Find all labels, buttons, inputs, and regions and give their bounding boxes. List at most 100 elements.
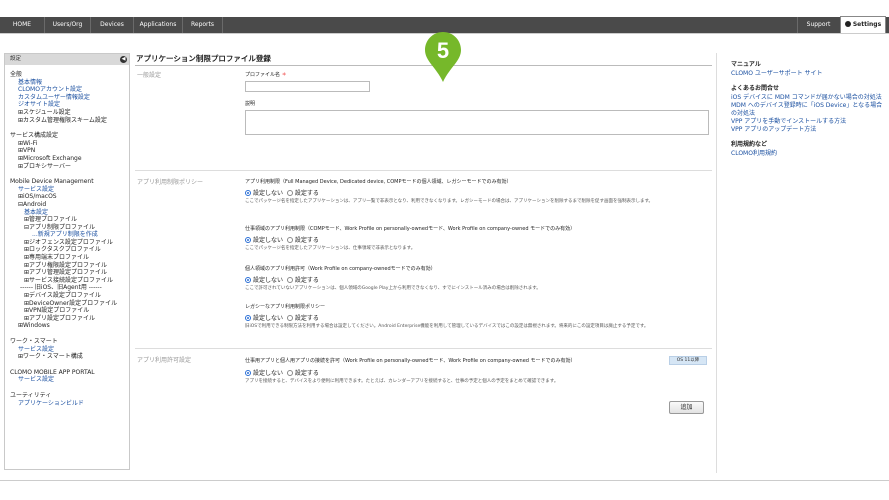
nav-users-org[interactable]: Users/Org [45,17,91,33]
sidebar-item-android[interactable]: ⊟Android [10,201,129,209]
sidebar-item-proxy[interactable]: ⊞プロキシサーバー [10,163,129,171]
connect-options: 設定しない 設定する [245,368,319,377]
sidebar-item-account[interactable]: CLOMOアカウント設定 [10,86,129,94]
sidebar-item-ios[interactable]: ⊞iOS/macOS [10,193,129,201]
radio-off-1-label: 設定しない [253,190,284,197]
terms-title: 利用規約など [731,141,768,148]
gear-icon [844,21,851,27]
manual-title: マニュアル [731,61,761,68]
terms-link[interactable]: CLOMO利用規約 [731,150,889,158]
sidebar-item-exchange[interactable]: ⊞Microsoft Exchange [10,155,129,163]
radio-off-4-label: 設定しない [253,315,284,322]
sidebar-section-utility: ユーティリティ [10,391,52,399]
nav-settings[interactable]: Settings [840,16,886,33]
section-divider-2 [135,348,712,349]
radio-off-connect[interactable] [245,370,251,376]
section-connect-label: アプリ利用許可設定 [137,357,192,364]
radio-off-2-label: 設定しない [253,237,284,244]
sidebar-item-wifi[interactable]: ⊞Wi-Fi [10,140,129,148]
radio-off-1[interactable] [245,190,251,196]
nav-home[interactable]: HOME [0,17,45,33]
faq-link-3[interactable]: VPP アプリを手動でインストールする方法 [731,118,889,126]
sidebar-section-mdm: Mobile Device Management [10,178,94,186]
required-mark: ＊ [281,72,287,78]
footer-divider [0,480,889,481]
radio-on-connect-label: 設定する [294,370,319,377]
sidebar-tree: 全般 基本情報 CLOMOアカウント設定 カスタムユーザー情報設定 ジオサイト設… [5,65,129,407]
policy-block-1-options: 設定しない 設定する [245,188,319,197]
faq-link-2[interactable]: MDM へのデバイス登録時に「iOS Device」となる場合の対処法 [731,102,883,118]
description-textarea[interactable] [245,110,709,135]
sidebar-item-mdm-service[interactable]: サービス設定 [10,186,129,194]
sidebar-item-portal-service[interactable]: サービス設定 [10,376,129,384]
sidebar-item-dedicated[interactable]: ⊞専用端末プロファイル [10,254,129,262]
radio-on-3[interactable] [286,277,293,283]
radio-on-3-label: 設定する [294,277,319,284]
help-panel: マニュアル CLOMO ユーザーサポート サイト よくあるお問合せ iOS デバ… [716,53,889,473]
policy-block-4-label: レガシーなアプリ利用制限ポリシー [245,304,326,310]
nav-reports[interactable]: Reports [183,17,223,33]
sidebar-section-work-smart: ワーク・スマート [10,338,58,345]
sidebar-item-mgmt-profile[interactable]: ⊞管理プロファイル [10,216,129,224]
policy-block-2-desc: ここでパッケージ名を指定したアプリケーションは、仕事領域で非表示となります。 [245,246,416,251]
policy-block-4-desc: 旧iOSで利用できる制限方法を利用する場合は設定してください。Android E… [245,324,649,329]
sidebar-header: 設定 ◀ [5,54,129,65]
radio-on-1[interactable] [286,190,293,196]
radio-off-3[interactable] [245,277,251,283]
policy-block-4-options: 設定しない 設定する [245,313,319,322]
faq-link-1[interactable]: iOS デバイスに MDM コマンドが届かない場合の対処法 [731,94,883,102]
sidebar-item-app-build[interactable]: アプリケーションビルド [10,400,129,408]
sidebar-item-work-config[interactable]: ⊞ワーク・スマート構成 [10,353,129,361]
step-marker-pin: 5 [425,32,461,82]
policy-block-1-desc: ここでパッケージ名を指定したアプリケーションは、アプリ一覧で非表示となり、利用で… [245,199,654,204]
radio-off-2[interactable] [245,237,251,243]
sidebar-item-vpn-profile[interactable]: ⊞VPN設定プロファイル [10,307,129,315]
policy-block-3-desc: ここで許可されていないアプリケーションは、個人領域のGoogle Play上から… [245,286,541,291]
sidebar-item-new-app-restriction[interactable]: ...新規アプリ制限を作成 [10,231,129,239]
radio-on-2-label: 設定する [294,237,319,244]
nav-devices[interactable]: Devices [91,17,134,33]
connect-desc: アプリを接続すると、デバイスをより便利に利用できます。たとえば、カレンダーアプリ… [245,379,559,384]
sidebar-section-service: サービス構成設定 [10,132,59,140]
radio-on-4[interactable] [286,315,293,321]
sidebar-item-schedule[interactable]: ⊞スケジュール設定 [10,109,129,117]
add-button[interactable]: 追加 [669,401,704,414]
section-policy-label: アプリ利用制限ポリシー [137,179,204,186]
sidebar-legacy-divider: ------ 旧iOS、旧Agent用 ------ [20,284,102,292]
radio-off-connect-label: 設定しない [253,370,284,377]
section-general-label: 一般設定 [137,72,162,79]
sidebar-item-app-management[interactable]: ⊞アプリ管理設定プロファイル [10,269,129,277]
description-label: 説明 [245,101,256,107]
sidebar-item-service-connection[interactable]: ⊞サービス接続設定プロファイル [10,277,129,285]
nav-settings-label: Settings [852,21,882,28]
profile-name-label: プロファイル名 ＊ [245,71,287,78]
radio-off-4[interactable] [245,315,251,321]
sidebar-item-app-settings[interactable]: ⊞アプリ設定プロファイル [10,315,129,323]
radio-on-connect[interactable] [286,370,293,376]
nav-support[interactable]: Support [797,17,839,33]
profile-name-input[interactable] [245,81,370,92]
sidebar-item-vpn[interactable]: ⊞VPN [10,147,129,155]
faq-link-4[interactable]: VPP アプリのアップデート方法 [731,126,889,134]
radio-on-1-label: 設定する [294,190,319,197]
sidebar-item-locktask[interactable]: ⊞ロックタスクプロファイル [10,246,129,254]
manual-link-support[interactable]: CLOMO ユーザーサポート サイト [731,70,889,78]
radio-on-4-label: 設定する [294,315,319,322]
policy-block-2-label: 仕事領域のアプリ利用制限（COMPモード、Work Profile on per… [245,226,576,232]
nav-applications[interactable]: Applications [134,17,183,33]
step-number: 5 [437,38,449,63]
radio-off-3-label: 設定しない [253,277,284,284]
policy-block-2-options: 設定しない 設定する [245,235,319,244]
sidebar-item-device-settings[interactable]: ⊞デバイス設定プロファイル [10,292,129,300]
sidebar-item-android-basic[interactable]: 基本設定 [10,209,129,217]
sidebar-item-geosite[interactable]: ジオサイト設定 [10,101,129,109]
policy-block-3-label: 個人領域のアプリ利用許可（Work Profile on company-own… [245,266,436,272]
section-divider [135,170,712,171]
collapse-icon[interactable]: ◀ [120,56,127,63]
sidebar-item-custom-scheme[interactable]: ⊞カスタム管理権限スキーム設定 [10,117,129,125]
radio-on-2[interactable] [286,237,293,243]
sidebar-item-windows[interactable]: ⊞Windows [10,322,129,330]
faq-title: よくあるお問合せ [731,85,780,92]
sidebar-title: 設定 [10,56,22,62]
sidebar-section-general: 全般 [10,71,23,78]
